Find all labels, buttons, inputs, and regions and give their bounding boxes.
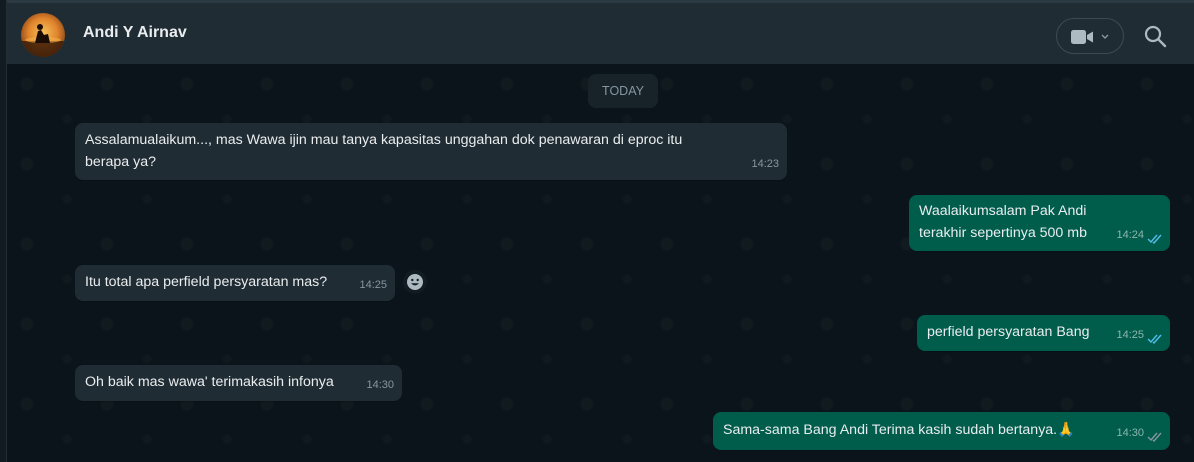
message-text-line: Waalaikumsalam Pak Andi <box>919 203 1087 219</box>
message-text-line: Sama-sama Bang Andi Terima kasih sudah b… <box>723 419 1075 441</box>
message-time: 14:23 <box>751 158 779 170</box>
chat-header: Andi Y Airnav <box>7 0 1194 64</box>
left-edge <box>0 0 7 462</box>
message-time: 14:30 <box>366 379 394 391</box>
message-text-line: Assalamualaikum..., mas Wawa ijin mau ta… <box>85 132 683 148</box>
message-text-line: terakhir sepertinya 500 mb <box>919 225 1087 241</box>
message-time: 14:25 <box>1116 329 1144 341</box>
message-text-line: berapa ya? <box>85 154 156 170</box>
double-check-icon <box>1147 334 1162 344</box>
contact-name[interactable]: Andi Y Airnav <box>83 24 187 42</box>
message-time: 14:25 <box>359 279 387 291</box>
video-camera-icon <box>1071 30 1093 44</box>
folded-hands-emoji: 🙏 <box>1057 422 1075 438</box>
date-divider: TODAY <box>588 74 658 108</box>
avatar[interactable] <box>21 13 65 57</box>
message-outgoing[interactable]: perfield persyaratan Bang 14:25 <box>917 315 1170 351</box>
message-incoming[interactable]: Itu total apa perfield persyaratan mas? … <box>75 265 395 301</box>
video-call-button[interactable] <box>1056 18 1124 54</box>
message-text-line: Itu total apa perfield persyaratan mas? <box>85 274 328 290</box>
message-text: Sama-sama Bang Andi Terima kasih sudah b… <box>723 422 1058 438</box>
search-icon[interactable] <box>1143 24 1169 50</box>
message-text-line: Oh baik mas wawa' terimakasih infonya <box>85 374 334 390</box>
message-time: 14:24 <box>1116 229 1144 241</box>
double-check-icon <box>1147 432 1162 442</box>
chevron-down-icon <box>1101 34 1109 39</box>
message-incoming[interactable]: Oh baik mas wawa' terimakasih infonya 14… <box>75 365 402 401</box>
message-text-line: perfield persyaratan Bang <box>927 324 1090 340</box>
message-outgoing[interactable]: Waalaikumsalam Pak Andi terakhir seperti… <box>909 195 1170 251</box>
message-incoming[interactable]: Assalamualaikum..., mas Wawa ijin mau ta… <box>75 123 787 180</box>
message-time: 14:30 <box>1116 427 1144 439</box>
react-button[interactable] <box>403 270 427 294</box>
smiley-icon <box>407 274 423 290</box>
double-check-icon <box>1147 234 1162 244</box>
message-outgoing[interactable]: Sama-sama Bang Andi Terima kasih sudah b… <box>713 412 1170 450</box>
chat-window: Andi Y Airnav TODAY Assalamualaikum..., … <box>0 0 1194 462</box>
